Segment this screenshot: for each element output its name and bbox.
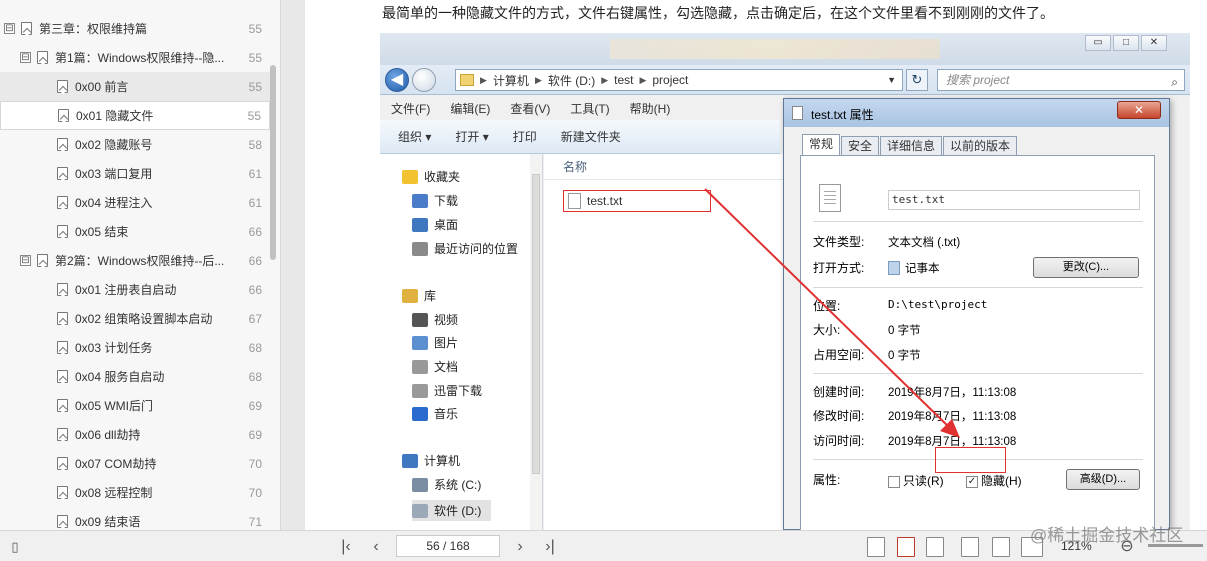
- fit-width-icon[interactable]: [926, 537, 944, 557]
- bookmark-icon: [57, 138, 68, 151]
- outline-item-page: 55: [247, 108, 261, 123]
- outline-item-label: 0x00 前言: [75, 80, 129, 94]
- outline-item-label: 第三章：权限维持篇: [39, 22, 148, 36]
- paragraph-text: 最简单的一种隐藏文件的方式，文件右键属性，勾选隐藏，点击确定后，在这个文件里看不…: [382, 5, 1054, 21]
- status-bar: ▯ |‹ ‹ 56 / 168 › ›| 121% ⊖: [0, 530, 1207, 561]
- bookmark-icon: [37, 254, 48, 267]
- outline-panel: ⊟ 第三章：权限维持篇 55 ⊟ 第1篇：Windows权限维持--隐... 55 0x00…: [0, 0, 281, 530]
- outline-item-label: 0x09 结束语: [75, 515, 141, 529]
- page-number-input[interactable]: 56 / 168: [396, 535, 500, 557]
- watermark-text: @稀土掘金技术社区: [1030, 526, 1184, 545]
- outline-item-label: 0x05 WMI后门: [75, 399, 154, 413]
- bookmark-icon: [57, 486, 68, 499]
- outline-item-page: 70: [248, 485, 262, 500]
- outline-item-label: 0x03 计划任务: [75, 341, 153, 355]
- outline-item[interactable]: 0x02 组策略设置脚本启动 67: [0, 304, 270, 333]
- bookmark-icon: [57, 428, 68, 441]
- bookmark-icon: [57, 167, 68, 180]
- single-page-icon[interactable]: [961, 537, 979, 557]
- outline-item[interactable]: 0x05 结束 66: [0, 217, 270, 246]
- bookmark-icon: [57, 225, 68, 238]
- outline-item-page: 55: [248, 79, 262, 94]
- outline-item-page: 67: [248, 311, 262, 326]
- outline-item[interactable]: 0x09 结束语 71: [0, 507, 270, 530]
- annotation-arrow-icon: [704, 188, 960, 438]
- outline-item-label: 0x02 隐藏账号: [75, 138, 153, 152]
- outline-item[interactable]: 0x04 服务自启动 68: [0, 362, 270, 391]
- outline-item-page: 55: [248, 21, 262, 36]
- outline-item-page: 58: [248, 137, 262, 152]
- outline-item-label: 0x06 dll劫持: [75, 428, 141, 442]
- outline-item[interactable]: 0x00 前言 55: [0, 72, 270, 101]
- previous-page-icon[interactable]: ‹: [367, 538, 385, 556]
- fit-page-icon[interactable]: [897, 537, 915, 557]
- outline-item[interactable]: 0x06 dll劫持 69: [0, 420, 270, 449]
- bookmark-icon: [58, 109, 69, 122]
- outline-item[interactable]: ⊟ 第1篇：Windows权限维持--隐... 55: [0, 43, 270, 72]
- outline-item-page: 68: [248, 369, 262, 384]
- bookmark-icon: [57, 515, 68, 528]
- embedded-screenshot: ▭ □ ✕ ◀ ▶ 计算机 ▶ 软件 (D:) ▶ test ▶ project…: [380, 33, 1190, 530]
- outline-item-label: 0x05 结束: [75, 225, 129, 239]
- outline-item[interactable]: 0x01 注册表自启动 66: [0, 275, 270, 304]
- outline-item-page: 61: [248, 166, 262, 181]
- outline-item[interactable]: ⊟ 第2篇：Windows权限维持--后... 66: [0, 246, 270, 275]
- outline-item-label: 0x02 组策略设置脚本启动: [75, 312, 213, 326]
- outline-item-label: 0x04 服务自启动: [75, 370, 165, 384]
- outline-item-label: 0x08 远程控制: [75, 486, 153, 500]
- outline-item-label: 0x03 端口复用: [75, 167, 153, 181]
- outline-item-page: 70: [248, 456, 262, 471]
- bookmark-icon: [37, 51, 48, 64]
- outline-item[interactable]: 0x07 COM劫持 70: [0, 449, 270, 478]
- outline-item-page: 66: [248, 224, 262, 239]
- outline-item-page: 66: [248, 282, 262, 297]
- outline-item-page: 66: [248, 253, 262, 268]
- outline-item[interactable]: 0x03 端口复用 61: [0, 159, 270, 188]
- continuous-page-icon[interactable]: [992, 537, 1010, 557]
- outline-item-label: 0x01 注册表自启动: [75, 283, 177, 297]
- page-thumbnail-icon[interactable]: ▯: [6, 538, 24, 556]
- outline-item[interactable]: ⊟ 第三章：权限维持篇 55: [0, 14, 270, 43]
- outline-item[interactable]: 0x05 WMI后门 69: [0, 391, 270, 420]
- outline-item-page: 69: [248, 398, 262, 413]
- outline-item[interactable]: 0x02 隐藏账号 58: [0, 130, 270, 159]
- collapse-icon[interactable]: ⊟: [20, 255, 31, 266]
- last-page-icon[interactable]: ›|: [541, 538, 559, 556]
- outline-scrollbar[interactable]: [270, 65, 276, 260]
- bookmark-icon: [57, 341, 68, 354]
- bookmark-icon: [57, 457, 68, 470]
- first-page-icon[interactable]: |‹: [337, 538, 355, 556]
- bookmark-icon: [21, 22, 32, 35]
- outline-item-label: 0x04 进程注入: [75, 196, 153, 210]
- outline-item[interactable]: 0x03 计划任务 68: [0, 333, 270, 362]
- outline-item-page: 69: [248, 427, 262, 442]
- collapse-icon[interactable]: ⊟: [4, 23, 15, 34]
- outline-item[interactable]: 0x08 远程控制 70: [0, 478, 270, 507]
- document-page: 最简单的一种隐藏文件的方式，文件右键属性，勾选隐藏，点击确定后，在这个文件里看不…: [305, 0, 1207, 530]
- bookmark-icon: [57, 196, 68, 209]
- outline-item-page: 71: [248, 514, 262, 529]
- outline-item-label: 0x07 COM劫持: [75, 457, 157, 471]
- outline-item-page: 61: [248, 195, 262, 210]
- bookmark-icon: [57, 312, 68, 325]
- outline-item-page: 68: [248, 340, 262, 355]
- outline-item[interactable]: 0x04 进程注入 61: [0, 188, 270, 217]
- bookmark-icon: [57, 370, 68, 383]
- next-page-icon[interactable]: ›: [511, 538, 529, 556]
- outline-item-label: 第2篇：Windows权限维持--后...: [55, 254, 225, 268]
- outline-item-page: 55: [248, 50, 262, 65]
- actual-size-icon[interactable]: [867, 537, 885, 557]
- outline-item-label: 0x01 隐藏文件: [76, 109, 154, 123]
- bookmark-icon: [57, 80, 68, 93]
- outline-item[interactable]: 0x01 隐藏文件 55: [0, 101, 270, 130]
- bookmark-icon: [57, 399, 68, 412]
- bookmark-icon: [57, 283, 68, 296]
- collapse-icon[interactable]: ⊟: [20, 52, 31, 63]
- outline-item-label: 第1篇：Windows权限维持--隐...: [55, 51, 225, 65]
